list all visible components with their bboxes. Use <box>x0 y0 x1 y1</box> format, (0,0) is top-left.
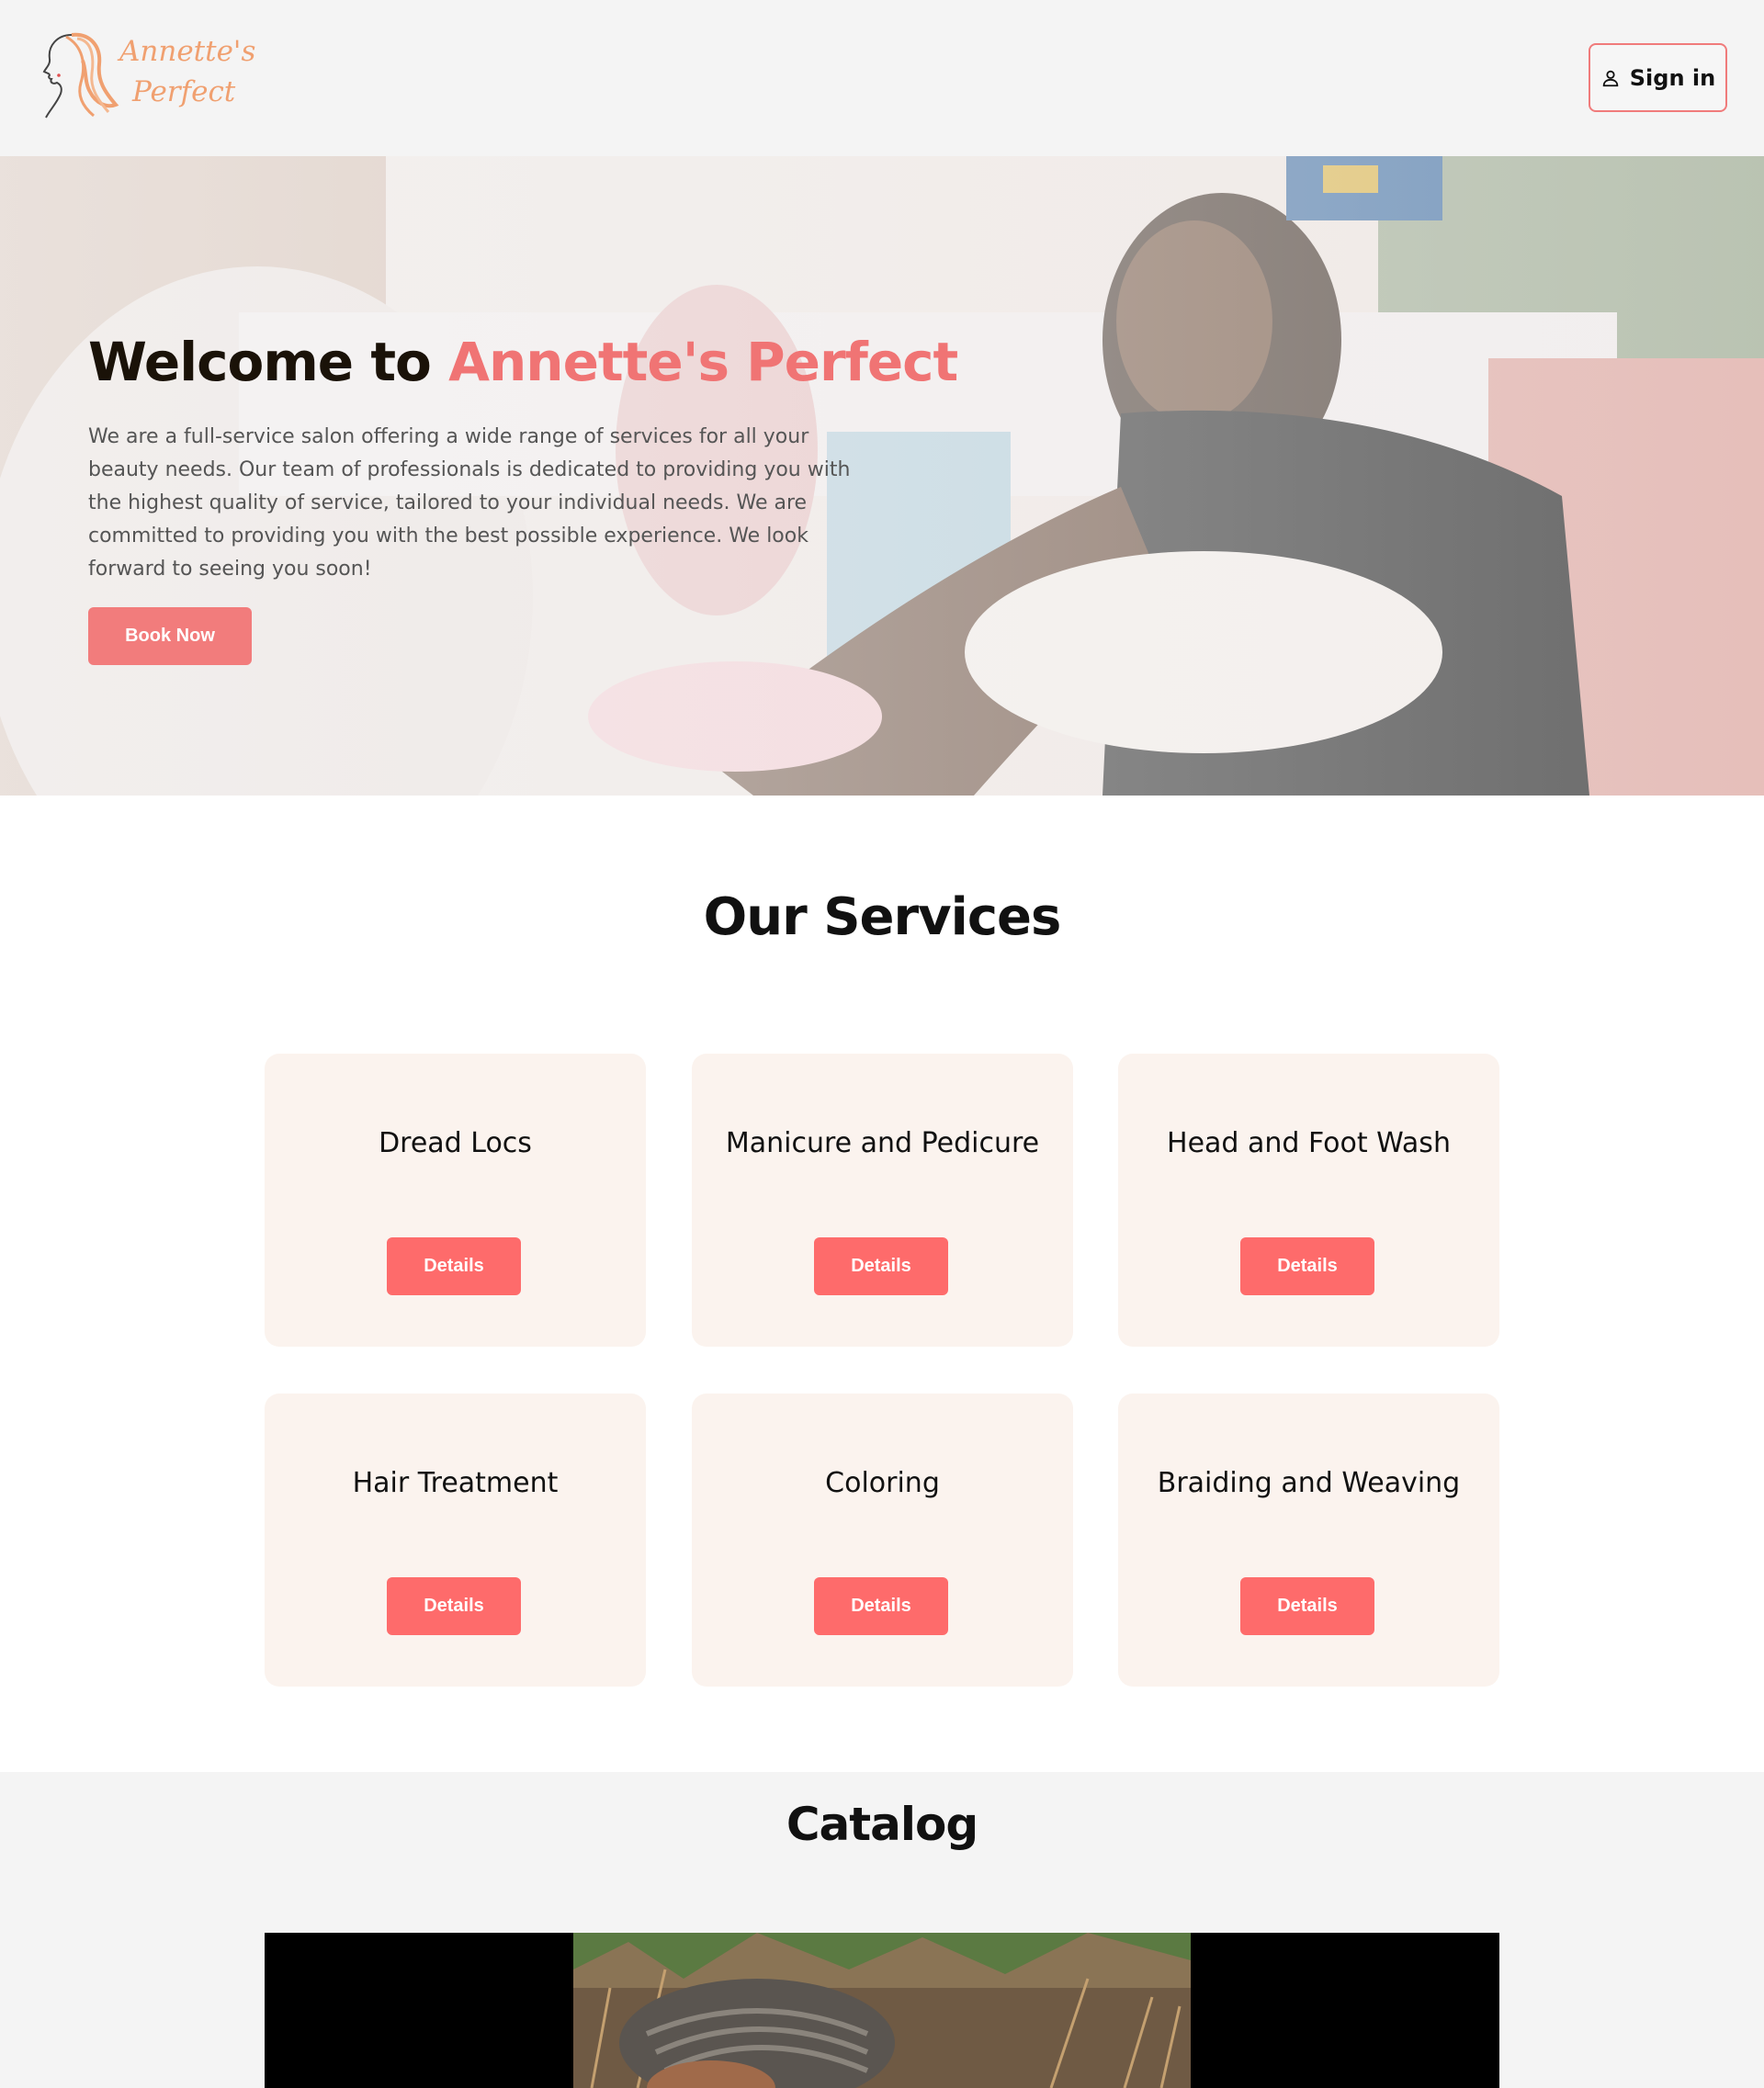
details-button[interactable]: Details <box>814 1577 948 1635</box>
catalog-image <box>573 1933 1191 2088</box>
sign-in-button[interactable]: Sign in <box>1589 43 1727 112</box>
service-name: Hair Treatment <box>352 1467 559 1499</box>
service-card: Manicure and Pedicure Details <box>692 1054 1073 1347</box>
hero-title-accent: Annette's Perfect <box>448 331 958 393</box>
details-button[interactable]: Details <box>387 1577 521 1635</box>
hero-section: Welcome to Annette's Perfect We are a fu… <box>0 156 1764 796</box>
service-name: Coloring <box>825 1467 940 1499</box>
sign-in-label: Sign in <box>1629 64 1716 91</box>
book-now-button[interactable]: Book Now <box>88 607 252 665</box>
service-name: Braiding and Weaving <box>1157 1467 1461 1499</box>
catalog-carousel[interactable] <box>265 1933 1499 2088</box>
catalog-section: Catalog <box>0 1772 1764 2088</box>
service-card: Head and Foot Wash Details <box>1118 1054 1499 1347</box>
catalog-title: Catalog <box>786 1798 978 1851</box>
details-button[interactable]: Details <box>1240 1577 1374 1635</box>
woman-profile-icon <box>42 32 119 119</box>
services-title: Our Services <box>703 887 1062 947</box>
service-name: Dread Locs <box>379 1127 532 1159</box>
hero-title: Welcome to Annette's Perfect <box>88 331 958 393</box>
service-name: Head and Foot Wash <box>1167 1127 1451 1159</box>
user-icon <box>1602 70 1619 86</box>
details-button[interactable]: Details <box>814 1237 948 1295</box>
service-card: Dread Locs Details <box>265 1054 646 1347</box>
service-card: Hair Treatment Details <box>265 1394 646 1687</box>
service-card: Braiding and Weaving Details <box>1118 1394 1499 1687</box>
brand-line-2: Perfect <box>132 75 236 108</box>
details-button[interactable]: Details <box>387 1237 521 1295</box>
service-name: Manicure and Pedicure <box>725 1127 1040 1159</box>
hero-description: We are a full-service salon offering a w… <box>88 425 851 581</box>
brand-name: Annette's Perfect <box>119 31 255 112</box>
details-button[interactable]: Details <box>1240 1237 1374 1295</box>
site-header: Annette's Perfect Sign in <box>0 0 1764 156</box>
brand-line-1: Annette's <box>119 35 256 68</box>
service-card: Coloring Details <box>692 1394 1073 1687</box>
hero-title-prefix: Welcome to <box>88 331 449 393</box>
brand-logo[interactable]: Annette's Perfect <box>39 28 255 123</box>
